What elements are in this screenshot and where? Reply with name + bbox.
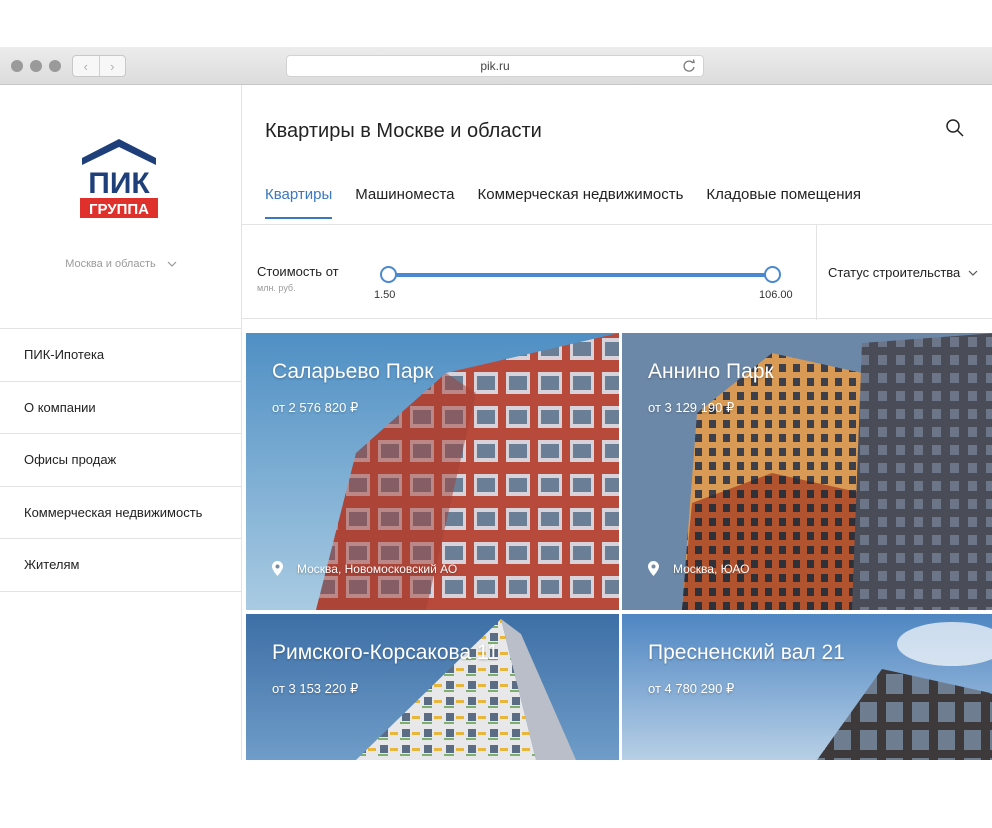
chevron-down-icon (167, 261, 177, 267)
location-pin-icon (272, 561, 283, 576)
maximize-window-icon[interactable] (49, 60, 61, 72)
project-card[interactable]: Саларьево Парк от 2 576 820 ₽ Москва, Но… (246, 333, 619, 610)
filters-bar: Стоимость от млн. руб. 1.50 106.00 Стату… (242, 224, 992, 320)
sidebar-item-label: ПИК-Ипотека (24, 347, 105, 363)
project-name: Пресненский вал 21 (648, 641, 845, 664)
project-card[interactable]: Римского-Корсакова 11 от 3 153 220 ₽ (246, 614, 619, 760)
price-min-handle[interactable] (380, 266, 397, 283)
forward-icon[interactable]: › (98, 56, 126, 76)
project-card[interactable]: Пресненский вал 21 от 4 780 290 ₽ (622, 614, 992, 760)
project-card[interactable]: Аннино Парк от 3 129 190 ₽ Москва, ЮАО (622, 333, 992, 610)
back-icon[interactable]: ‹ (73, 56, 99, 76)
project-price: от 4 780 290 ₽ (648, 681, 735, 696)
price-min-value: 1.50 (374, 289, 396, 301)
url-text: pik.ru (480, 59, 510, 73)
project-location: Москва, ЮАО (648, 561, 749, 576)
price-max-value: 106.00 (759, 289, 793, 301)
construction-status-dropdown[interactable]: Статус строительства (816, 225, 992, 320)
minimize-window-icon[interactable] (30, 60, 42, 72)
close-window-icon[interactable] (11, 60, 23, 72)
sidebar-item-label: О компании (24, 399, 96, 415)
sidebar-item-sales-offices[interactable]: Офисы продаж (0, 434, 242, 487)
main-content: Квартиры в Москве и области Квартиры Маш… (242, 85, 992, 760)
reload-icon[interactable] (682, 59, 696, 73)
svg-text:ПИК: ПИК (88, 167, 150, 200)
project-name: Саларьево Парк (272, 360, 434, 383)
location-pin-icon (648, 561, 659, 576)
project-name: Римского-Корсакова 11 (272, 641, 499, 664)
page-title: Квартиры в Москве и области (265, 120, 542, 142)
sidebar-item-label: Офисы продаж (24, 452, 117, 468)
browser-toolbar: ‹ › pik.ru (0, 47, 992, 85)
project-location-text: Москва, ЮАО (673, 561, 750, 576)
price-unit-label: млн. руб. (257, 283, 296, 293)
chevron-down-icon (968, 270, 978, 276)
price-range-slider[interactable] (380, 266, 781, 283)
history-nav: ‹ › (72, 55, 126, 77)
tab-commercial[interactable]: Коммерческая недвижимость (478, 186, 684, 219)
project-price: от 3 129 190 ₽ (648, 400, 735, 415)
city-label: Москва и область (65, 258, 156, 270)
price-filter-label: Стоимость от (257, 264, 339, 279)
sidebar-item-mortgage[interactable]: ПИК-Ипотека (0, 329, 242, 382)
project-name: Аннино Парк (648, 360, 774, 383)
browser-window: ‹ › pik.ru ПИК ГРУППА Москва и область П… (0, 47, 992, 760)
sidebar-menu: ПИК-Ипотека О компании Офисы продаж Комм… (0, 328, 242, 592)
sidebar-item-commercial[interactable]: Коммерческая недвижимость (0, 487, 242, 539)
project-price: от 3 153 220 ₽ (272, 681, 359, 696)
price-max-handle[interactable] (764, 266, 781, 283)
project-location: Москва, Новомосковский АО (272, 561, 457, 576)
sidebar-item-residents[interactable]: Жителям (0, 539, 242, 592)
category-tabs: Квартиры Машиноместа Коммерческая недвиж… (265, 186, 884, 219)
search-icon[interactable] (945, 118, 965, 138)
sidebar-item-label: Коммерческая недвижимость (24, 504, 203, 520)
sidebar-item-label: Жителям (24, 557, 80, 573)
project-location-text: Москва, Новомосковский АО (297, 561, 458, 576)
tab-storage[interactable]: Кладовые помещения (706, 186, 861, 219)
pik-logo[interactable]: ПИК ГРУППА (78, 136, 160, 222)
sidebar: ПИК ГРУППА Москва и область ПИК-Ипотека … (0, 85, 242, 760)
tab-apartments[interactable]: Квартиры (265, 186, 333, 219)
project-price: от 2 576 820 ₽ (272, 400, 359, 415)
tab-parking[interactable]: Машиноместа (355, 186, 454, 219)
city-selector[interactable]: Москва и область (0, 258, 242, 270)
svg-text:ГРУППА: ГРУППА (89, 201, 149, 218)
sidebar-item-about[interactable]: О компании (0, 382, 242, 434)
status-filter-label: Статус строительства (828, 265, 961, 280)
address-bar[interactable]: pik.ru (286, 55, 704, 77)
